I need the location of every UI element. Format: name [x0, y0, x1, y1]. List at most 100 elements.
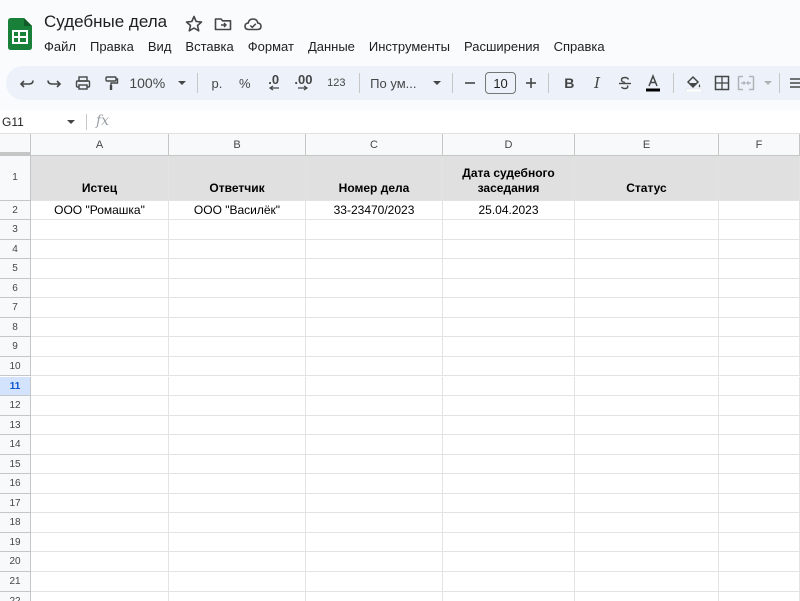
cell-e19[interactable]: [575, 532, 719, 553]
cell-b15[interactable]: [169, 454, 306, 475]
bold-icon[interactable]: B: [555, 70, 583, 96]
cell-d19[interactable]: [443, 532, 575, 553]
cell-c5[interactable]: [306, 259, 443, 279]
cell-c4[interactable]: [306, 239, 443, 260]
cell-a21[interactable]: [31, 572, 169, 592]
paint-format-icon[interactable]: [98, 70, 126, 96]
menu-data[interactable]: Данные: [301, 38, 362, 56]
cell-d16[interactable]: [443, 474, 575, 494]
cell-d6[interactable]: [443, 278, 575, 299]
menu-edit[interactable]: Правка: [83, 38, 141, 56]
cell-d2[interactable]: 25.04.2023: [443, 200, 575, 221]
cell-c2[interactable]: 33-23470/2023: [306, 200, 443, 221]
cell-a18[interactable]: [31, 513, 169, 533]
cell-e10[interactable]: [575, 356, 719, 377]
cell-f8[interactable]: [719, 317, 800, 338]
column-header-a[interactable]: A: [31, 134, 169, 156]
row-header-10[interactable]: 10: [0, 356, 31, 377]
chevron-down-icon[interactable]: [66, 118, 76, 126]
cell-d12[interactable]: [443, 396, 575, 416]
cell-a22[interactable]: [31, 591, 169, 601]
cell-b7[interactable]: [169, 298, 306, 318]
cell-b12[interactable]: [169, 396, 306, 416]
cell-a2[interactable]: ООО "Ромашка": [31, 200, 169, 221]
cell-e18[interactable]: [575, 513, 719, 533]
row-header-2[interactable]: 2: [0, 200, 31, 221]
cell-b17[interactable]: [169, 493, 306, 514]
cell-b9[interactable]: [169, 337, 306, 357]
cell-b18[interactable]: [169, 513, 306, 533]
cell-a19[interactable]: [31, 532, 169, 553]
cell-e5[interactable]: [575, 259, 719, 279]
column-header-b[interactable]: B: [169, 134, 306, 156]
cell-a9[interactable]: [31, 337, 169, 357]
star-icon[interactable]: [184, 14, 204, 34]
cell-e17[interactable]: [575, 493, 719, 514]
fill-color-icon[interactable]: [680, 70, 708, 96]
row-header-22[interactable]: 22: [0, 591, 31, 601]
cell-e3[interactable]: [575, 220, 719, 240]
cell-d17[interactable]: [443, 493, 575, 514]
menu-insert[interactable]: Вставка: [178, 38, 240, 56]
cell-a20[interactable]: [31, 552, 169, 572]
cell-f14[interactable]: [719, 435, 800, 455]
cell-c15[interactable]: [306, 454, 443, 475]
cell-d4[interactable]: [443, 239, 575, 260]
column-header-c[interactable]: C: [306, 134, 443, 156]
cell-f18[interactable]: [719, 513, 800, 533]
cell-e20[interactable]: [575, 552, 719, 572]
cell-a16[interactable]: [31, 474, 169, 494]
print-icon[interactable]: [68, 70, 98, 96]
cell-b6[interactable]: [169, 278, 306, 299]
cell-f2[interactable]: [719, 200, 800, 221]
cell-f11[interactable]: [719, 376, 800, 397]
row-header-12[interactable]: 12: [0, 396, 31, 416]
cloud-saved-icon[interactable]: [243, 14, 263, 34]
cell-c21[interactable]: [306, 572, 443, 592]
cell-a5[interactable]: [31, 259, 169, 279]
merge-cells-icon[interactable]: [737, 70, 773, 96]
cell-c14[interactable]: [306, 435, 443, 455]
percent-format-button[interactable]: %: [230, 70, 260, 96]
cell-d1[interactable]: Дата судебного заседания: [443, 156, 575, 201]
cell-a4[interactable]: [31, 239, 169, 260]
cell-b2[interactable]: ООО "Василёк": [169, 200, 306, 221]
row-header-17[interactable]: 17: [0, 493, 31, 514]
cell-c1[interactable]: Номер дела: [306, 156, 443, 201]
cell-c9[interactable]: [306, 337, 443, 357]
cell-b20[interactable]: [169, 552, 306, 572]
cell-f17[interactable]: [719, 493, 800, 514]
row-header-6[interactable]: 6: [0, 278, 31, 299]
cell-c7[interactable]: [306, 298, 443, 318]
cell-a14[interactable]: [31, 435, 169, 455]
cell-f22[interactable]: [719, 591, 800, 601]
cell-e14[interactable]: [575, 435, 719, 455]
cell-e22[interactable]: [575, 591, 719, 601]
text-color-icon[interactable]: [639, 70, 667, 96]
zoom-select[interactable]: 100%: [125, 70, 191, 96]
cell-b14[interactable]: [169, 435, 306, 455]
cell-a1[interactable]: Истец: [31, 156, 169, 201]
row-header-5[interactable]: 5: [0, 259, 31, 279]
cell-b11[interactable]: [169, 376, 306, 397]
cell-a8[interactable]: [31, 317, 169, 338]
cell-c12[interactable]: [306, 396, 443, 416]
increase-font-size-icon[interactable]: [520, 70, 542, 96]
increase-decimal-button[interactable]: .00: [288, 70, 320, 96]
cell-f13[interactable]: [719, 415, 800, 436]
cell-c3[interactable]: [306, 220, 443, 240]
decrease-font-size-icon[interactable]: [459, 70, 481, 96]
row-header-16[interactable]: 16: [0, 474, 31, 494]
cell-b16[interactable]: [169, 474, 306, 494]
row-header-20[interactable]: 20: [0, 552, 31, 572]
row-header-7[interactable]: 7: [0, 298, 31, 318]
row-header-21[interactable]: 21: [0, 572, 31, 592]
column-header-d[interactable]: D: [443, 134, 575, 156]
sheets-logo-icon[interactable]: [8, 18, 32, 50]
cell-d21[interactable]: [443, 572, 575, 592]
cell-d7[interactable]: [443, 298, 575, 318]
cell-d3[interactable]: [443, 220, 575, 240]
row-header-18[interactable]: 18: [0, 513, 31, 533]
cell-b22[interactable]: [169, 591, 306, 601]
cell-f6[interactable]: [719, 278, 800, 299]
